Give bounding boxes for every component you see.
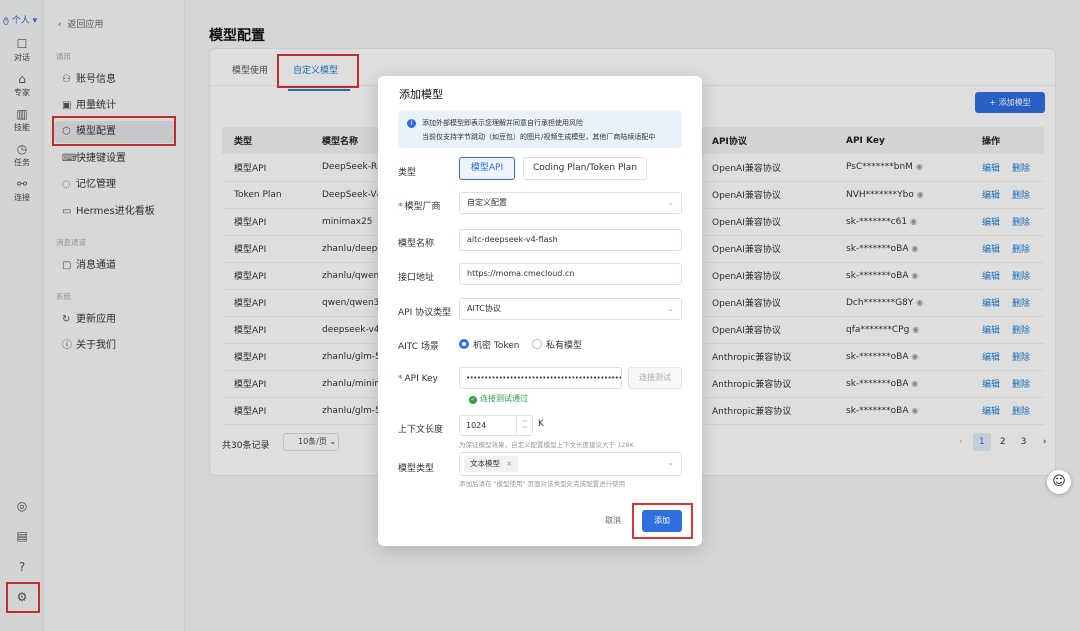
type-label: 类型 xyxy=(398,168,417,178)
vendor-select[interactable]: 自定义配置 ⌄ xyxy=(459,192,682,214)
chevron-down-icon: ⌄ xyxy=(667,458,674,467)
notice-line-2: 当前仅支持字节跳动（如豆包）的图片/视频生成模型，其他厂商陆续适配中 xyxy=(422,133,656,141)
api-key-label: * API Key xyxy=(398,374,438,384)
close-icon[interactable]: × xyxy=(506,459,512,468)
assistant-avatar[interactable]: ☺ xyxy=(1047,470,1071,494)
model-type-hint: 添加后请在 "模型使用" 页面对该类型处完成配置进行使用 xyxy=(459,480,626,488)
radio-unchecked-icon xyxy=(532,339,542,349)
check-circle-icon: ✓ xyxy=(469,396,477,404)
model-type-label: 模型类型 xyxy=(398,464,435,474)
endpoint-input[interactable]: https://moma.cmecloud.cn xyxy=(459,263,682,285)
info-icon: i xyxy=(407,119,416,128)
connection-test-button[interactable]: 连接测试 xyxy=(628,367,682,389)
protocol-label: API 协议类型 xyxy=(398,308,452,318)
api-key-input[interactable]: ••••••••••••••••••••••••••••••••••••••••… xyxy=(459,367,622,389)
scene-label: AITC 场景 xyxy=(398,342,439,352)
scene-option-token[interactable]: 机密 Token xyxy=(459,338,519,351)
add-model-dialog: 添加模型 i 添加外部模型即表示您理解并同意自行承担使用风险 当前仅支持字节跳动… xyxy=(378,76,702,546)
model-name-input[interactable]: aitc-deepseek-v4-flash xyxy=(459,229,682,251)
context-length-stepper[interactable]: 1024 ︿ ﹀ xyxy=(459,415,533,436)
submit-highlight xyxy=(632,503,693,539)
model-name-label: 模型名称 xyxy=(398,239,435,249)
radio-checked-icon xyxy=(459,339,469,349)
protocol-select[interactable]: AITC协议 ⌄ xyxy=(459,298,682,320)
cancel-button[interactable]: 取消 xyxy=(596,510,630,532)
context-hint: 为保证模型效果，自定义配置模型上下文长度建议大于 128K xyxy=(459,441,634,449)
scene-option-private[interactable]: 私有模型 xyxy=(532,338,582,351)
vendor-label: * 模型厂商 xyxy=(398,202,441,212)
endpoint-label: 接口地址 xyxy=(398,273,435,283)
model-type-select[interactable]: 文本模型 × ⌄ xyxy=(459,452,682,476)
type-option-api[interactable]: 模型API xyxy=(459,157,515,180)
context-length-label: 上下文长度 xyxy=(398,425,444,435)
notice-line-1: 添加外部模型即表示您理解并同意自行承担使用风险 xyxy=(422,119,583,127)
chevron-down-icon: ⌄ xyxy=(667,304,674,313)
context-unit: K xyxy=(538,419,544,429)
model-type-tag: 文本模型 × xyxy=(464,456,519,472)
risk-notice: i 添加外部模型即表示您理解并同意自行承担使用风险 当前仅支持字节跳动（如豆包）… xyxy=(398,110,682,148)
eye-off-icon[interactable]: ⌣ xyxy=(611,368,616,388)
dialog-title: 添加模型 xyxy=(399,88,443,101)
test-success-message: ✓ 连接测试通过 xyxy=(469,394,528,404)
stepper-arrows-icon[interactable]: ︿ ﹀ xyxy=(516,416,532,435)
type-option-plan[interactable]: Coding Plan/Token Plan xyxy=(523,157,647,180)
chevron-down-icon: ⌄ xyxy=(667,198,674,207)
